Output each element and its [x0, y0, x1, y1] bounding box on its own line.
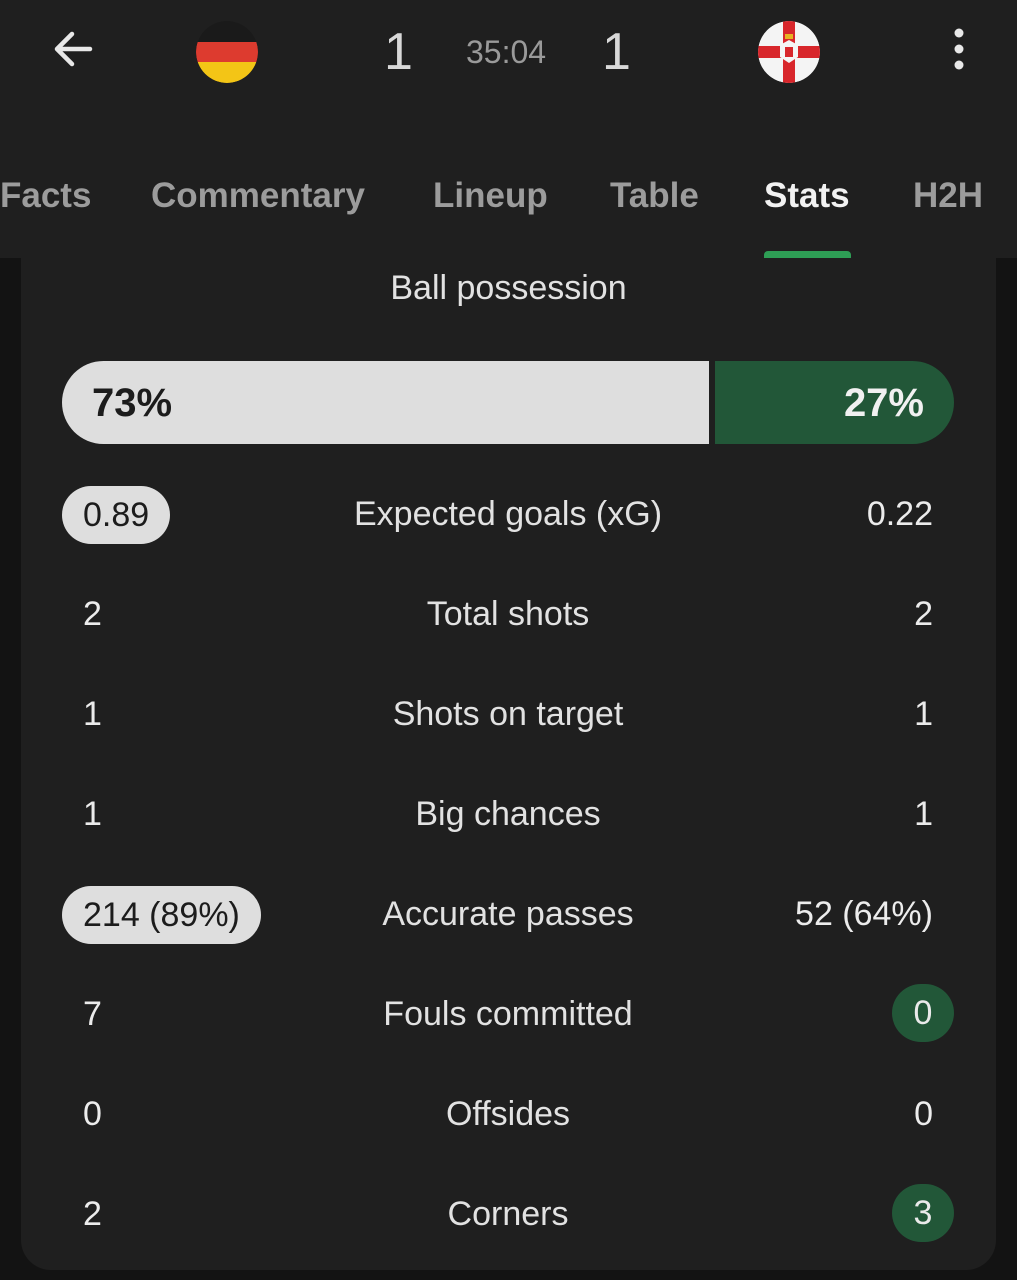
possession-away-label: 27%	[843, 381, 924, 425]
stat-label: Expected goals (xG)	[353, 495, 663, 533]
stat-label: Corners	[447, 1195, 569, 1233]
possession-home-fill: 73%	[62, 361, 709, 444]
tab-stats[interactable]: Stats	[764, 176, 850, 216]
tab-table[interactable]: Table	[610, 176, 699, 216]
stat-label: Shots on target	[392, 695, 624, 733]
stat-away-value: 1	[914, 795, 933, 833]
stat-row-accurate-passes: 214 (89%) Accurate passes 52 (64%)	[62, 884, 954, 944]
stat-row-fouls-committed: 7 Fouls committed 0	[62, 984, 954, 1044]
stat-row-expected-goals: 0.89 Expected goals (xG) 0.22	[62, 484, 954, 544]
stat-away-value: 0	[892, 984, 954, 1042]
stat-label: Big chances	[415, 795, 601, 833]
stat-label: Total shots	[426, 595, 590, 633]
tab-commentary[interactable]: Commentary	[151, 176, 365, 216]
more-options-icon[interactable]	[944, 26, 974, 72]
stat-row-big-chances: 1 Big chances 1	[62, 784, 954, 844]
stat-away-value: 0.22	[866, 495, 933, 533]
stat-away-value: 2	[914, 595, 933, 633]
active-tab-indicator	[764, 251, 851, 258]
possession-away-fill: 27%	[715, 361, 954, 444]
stat-label: Fouls committed	[383, 995, 633, 1033]
tab-lineup[interactable]: Lineup	[433, 176, 548, 216]
stat-row-offsides: 0 Offsides 0	[62, 1084, 954, 1144]
home-score: 1	[384, 23, 413, 81]
away-score: 1	[602, 23, 631, 81]
possession-home-label: 73%	[92, 381, 173, 425]
stat-label: Offsides	[445, 1095, 571, 1133]
possession-title: Ball possession	[390, 269, 627, 307]
germany-flag-icon[interactable]	[196, 21, 258, 83]
stat-away-value: 3	[892, 1184, 954, 1242]
stat-row-corners: 2 Corners 3	[62, 1184, 954, 1244]
stat-away-value: 1	[914, 695, 933, 733]
stat-away-value: 52 (64%)	[795, 895, 933, 933]
match-header: 1 35:04 1 Facts Commentary Lineup Table …	[0, 0, 1017, 258]
tab-h2h[interactable]: H2H	[913, 176, 983, 216]
match-clock: 35:04	[466, 34, 547, 70]
stat-away-value: 0	[914, 1095, 933, 1133]
possession-bar: 73% 27%	[62, 361, 954, 444]
stat-row-total-shots: 2 Total shots 2	[62, 584, 954, 644]
back-arrow-icon[interactable]	[48, 24, 98, 74]
tab-facts[interactable]: Facts	[0, 176, 91, 216]
northern-ireland-flag-icon[interactable]	[758, 21, 820, 83]
stat-row-shots-on-target: 1 Shots on target 1	[62, 684, 954, 744]
